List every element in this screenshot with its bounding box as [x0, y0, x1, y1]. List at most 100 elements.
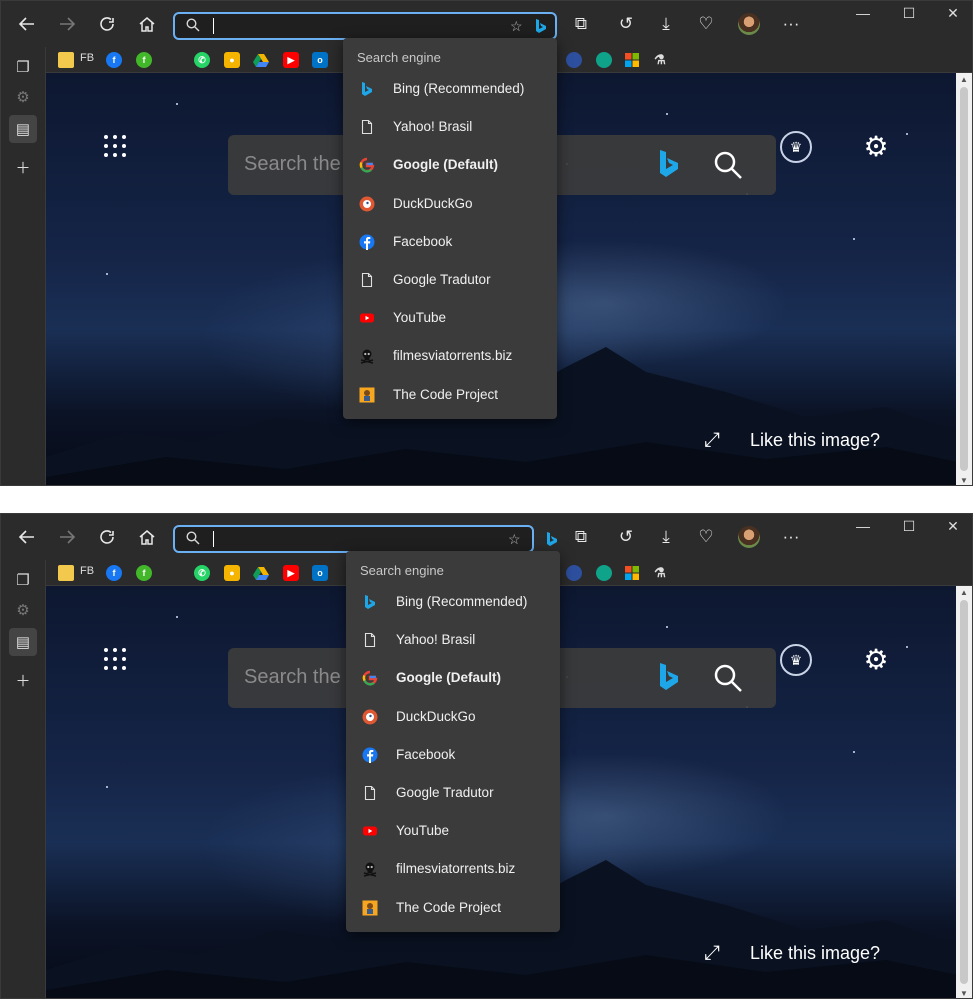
- maximize-button[interactable]: ☐: [899, 518, 919, 535]
- search-engine-option[interactable]: filmesviatorrents.biz: [346, 850, 560, 888]
- add-favorite-icon[interactable]: ☆: [510, 18, 523, 35]
- microsoft-icon[interactable]: [624, 52, 640, 68]
- search-engine-option[interactable]: YouTube: [346, 812, 560, 850]
- apps-grid-icon[interactable]: [104, 135, 128, 159]
- minimize-button[interactable]: —: [853, 518, 873, 534]
- maximize-button[interactable]: ☐: [899, 5, 919, 22]
- downloads-button[interactable]: ⤓: [652, 523, 680, 551]
- active-tab-button[interactable]: ▤: [9, 115, 37, 143]
- facebook-icon[interactable]: f: [106, 565, 122, 581]
- bookmark-blue-icon[interactable]: [566, 52, 582, 68]
- scroll-thumb[interactable]: [960, 600, 968, 984]
- new-tab-button[interactable]: ＋: [9, 666, 37, 694]
- performance-button[interactable]: ♡: [692, 523, 720, 551]
- history-button[interactable]: ↺: [612, 10, 640, 38]
- active-tab-button[interactable]: ▤: [9, 628, 37, 656]
- refresh-button[interactable]: [93, 523, 121, 551]
- minimize-button[interactable]: —: [853, 5, 873, 21]
- new-tab-button[interactable]: ＋: [9, 153, 37, 181]
- youtube-icon[interactable]: ▶: [283, 52, 299, 68]
- search-engine-option[interactable]: Google (Default): [346, 659, 560, 697]
- favorite-fb-label[interactable]: FB: [80, 52, 94, 64]
- search-engine-option[interactable]: Bing (Recommended): [346, 583, 560, 621]
- extensions-button[interactable]: ⧉: [567, 523, 595, 551]
- favorite-fb-label[interactable]: FB: [80, 565, 94, 577]
- add-favorite-icon[interactable]: ☆: [508, 531, 521, 548]
- microsoft-icon[interactable]: [624, 565, 640, 581]
- search-engine-option[interactable]: YouTube: [343, 299, 557, 337]
- bookmark-green-icon[interactable]: [596, 52, 612, 68]
- more-menu-button[interactable]: ···: [777, 10, 805, 38]
- bookmark-blue-icon[interactable]: [566, 565, 582, 581]
- facebook-green-icon[interactable]: f: [136, 52, 152, 68]
- forward-button[interactable]: [53, 10, 81, 38]
- scroll-up-icon[interactable]: ▲: [960, 75, 968, 84]
- bing-logo-icon[interactable]: [658, 662, 680, 692]
- rewards-icon[interactable]: ♛: [780, 644, 812, 676]
- profile-button[interactable]: [735, 523, 763, 551]
- bing-icon[interactable]: [534, 18, 548, 34]
- expand-icon[interactable]: ⤢: [704, 942, 720, 965]
- downloads-button[interactable]: ⤓: [652, 10, 680, 38]
- keep-icon[interactable]: ●: [224, 565, 240, 581]
- search-engine-option[interactable]: Facebook: [346, 736, 560, 774]
- apps-grid-icon[interactable]: [104, 648, 128, 672]
- outlook-icon[interactable]: o: [312, 565, 328, 581]
- close-button[interactable]: ✕: [943, 518, 963, 535]
- scroll-down-icon[interactable]: ▼: [960, 989, 968, 998]
- search-engine-option[interactable]: Facebook: [343, 223, 557, 261]
- profile-button[interactable]: [735, 10, 763, 38]
- folder-icon[interactable]: [58, 565, 74, 581]
- close-button[interactable]: ✕: [943, 5, 963, 22]
- bing-icon[interactable]: [545, 531, 559, 547]
- back-button[interactable]: [13, 523, 41, 551]
- more-menu-button[interactable]: ···: [777, 523, 805, 551]
- scroll-thumb[interactable]: [960, 87, 968, 471]
- search-icon[interactable]: [712, 662, 744, 694]
- outlook-icon[interactable]: o: [312, 52, 328, 68]
- tab-actions-button[interactable]: ❐: [9, 53, 37, 81]
- expand-icon[interactable]: ⤢: [704, 429, 720, 452]
- scroll-up-icon[interactable]: ▲: [960, 588, 968, 597]
- page-scrollbar[interactable]: ▲ ▼: [956, 73, 972, 485]
- extensions-button[interactable]: ⧉: [567, 10, 595, 38]
- like-image-link[interactable]: Like this image?: [750, 943, 880, 964]
- search-engine-option[interactable]: The Code Project: [343, 376, 557, 414]
- keep-icon[interactable]: ●: [224, 52, 240, 68]
- back-button[interactable]: [13, 10, 41, 38]
- facebook-icon[interactable]: f: [106, 52, 122, 68]
- search-engine-option[interactable]: Yahoo! Brasil: [346, 621, 560, 659]
- flask-icon[interactable]: ⚗: [652, 565, 668, 581]
- search-icon[interactable]: [712, 149, 744, 181]
- performance-button[interactable]: ♡: [692, 10, 720, 38]
- page-settings-icon[interactable]: ⚙: [860, 131, 892, 163]
- address-bar[interactable]: ☆: [173, 525, 534, 553]
- settings-sidebar-button[interactable]: ⚙: [9, 83, 37, 111]
- whatsapp-icon[interactable]: ✆: [194, 52, 210, 68]
- search-engine-option[interactable]: DuckDuckGo: [343, 185, 557, 223]
- scroll-down-icon[interactable]: ▼: [960, 476, 968, 485]
- like-image-link[interactable]: Like this image?: [750, 430, 880, 451]
- address-bar[interactable]: ☆: [173, 12, 557, 40]
- google-drive-icon[interactable]: [253, 565, 269, 581]
- search-engine-option[interactable]: Bing (Recommended): [343, 70, 557, 108]
- rewards-icon[interactable]: ♛: [780, 131, 812, 163]
- settings-sidebar-button[interactable]: ⚙: [9, 596, 37, 624]
- google-drive-icon[interactable]: [253, 52, 269, 68]
- search-engine-option[interactable]: filmesviatorrents.biz: [343, 337, 557, 375]
- search-engine-option[interactable]: The Code Project: [346, 889, 560, 927]
- history-button[interactable]: ↺: [612, 523, 640, 551]
- tab-actions-button[interactable]: ❐: [9, 566, 37, 594]
- youtube-icon[interactable]: ▶: [283, 565, 299, 581]
- search-engine-option[interactable]: Google Tradutor: [346, 774, 560, 812]
- forward-button[interactable]: [53, 523, 81, 551]
- search-engine-option[interactable]: Google (Default): [343, 146, 557, 184]
- home-button[interactable]: [133, 10, 161, 38]
- search-engine-option[interactable]: Google Tradutor: [343, 261, 557, 299]
- folder-icon[interactable]: [58, 52, 74, 68]
- whatsapp-icon[interactable]: ✆: [194, 565, 210, 581]
- page-settings-icon[interactable]: ⚙: [860, 644, 892, 676]
- refresh-button[interactable]: [93, 10, 121, 38]
- flask-icon[interactable]: ⚗: [652, 52, 668, 68]
- search-engine-option[interactable]: DuckDuckGo: [346, 698, 560, 736]
